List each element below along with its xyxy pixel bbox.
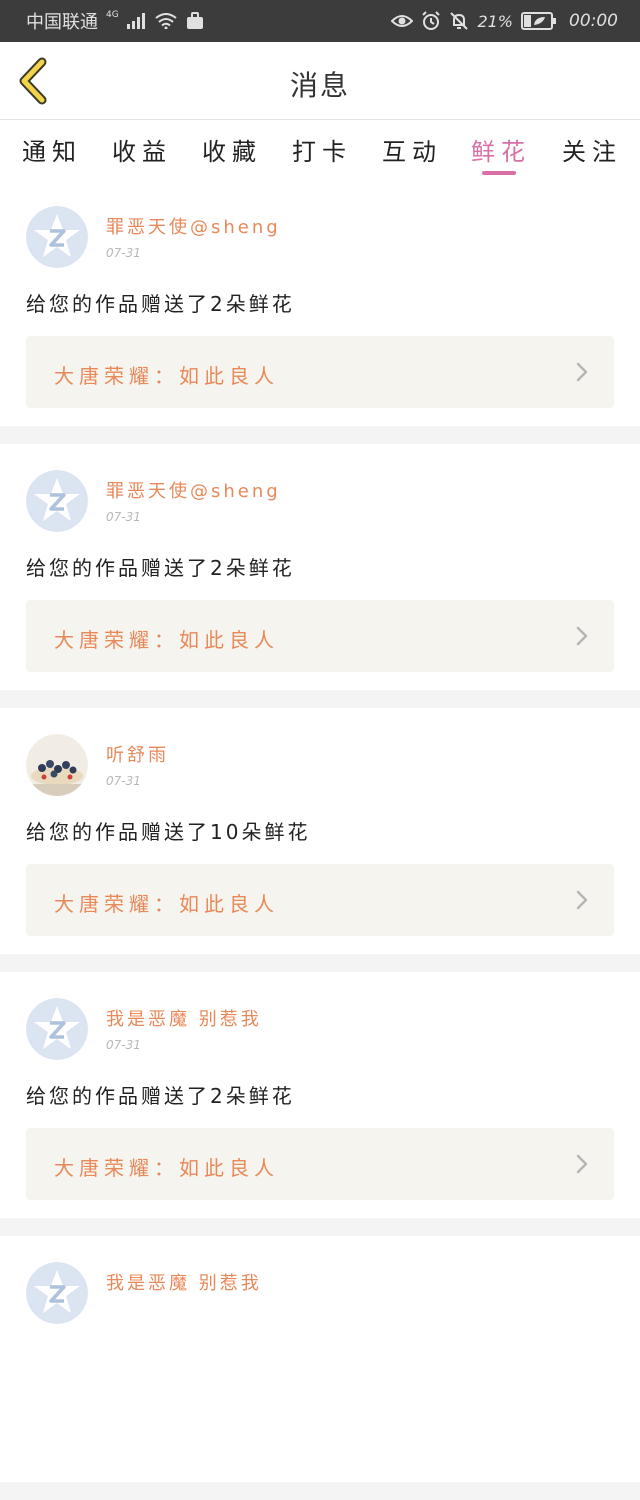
sender-name[interactable]: 我是恶魔 别惹我 bbox=[106, 1005, 262, 1031]
sender-name[interactable]: 我是恶魔 别惹我 bbox=[106, 1269, 262, 1295]
work-link[interactable]: 大唐荣耀：如此良人 bbox=[26, 1128, 614, 1200]
avatar[interactable] bbox=[26, 206, 88, 268]
message-date: 07-31 bbox=[106, 774, 141, 788]
wifi-icon bbox=[155, 13, 177, 29]
app-notification-icon bbox=[186, 12, 203, 29]
mute-bell-icon bbox=[450, 12, 469, 30]
carrier-name: 中国联通 bbox=[26, 12, 98, 33]
message-card: 罪恶天使@sheng 07-31 给您的作品赠送了2朵鲜花 大唐荣耀：如此良人 bbox=[0, 180, 640, 444]
chevron-right-icon bbox=[576, 1154, 588, 1174]
tab-following[interactable]: 关注 bbox=[547, 132, 637, 167]
tab-checkin[interactable]: 打卡 bbox=[277, 132, 367, 167]
tab-bar: 通知 收益 收藏 打卡 互动 鲜花 关注 bbox=[0, 120, 640, 180]
work-title: 大唐荣耀：如此良人 bbox=[54, 628, 279, 652]
alarm-icon bbox=[422, 11, 441, 30]
chevron-right-icon bbox=[576, 626, 588, 646]
tab-earnings[interactable]: 收益 bbox=[97, 132, 187, 167]
qq-default-avatar-icon bbox=[26, 1262, 88, 1324]
tab-interactions[interactable]: 互动 bbox=[367, 132, 457, 167]
top-app-bar: 消息 bbox=[0, 42, 640, 120]
work-link[interactable]: 大唐荣耀：如此良人 bbox=[26, 600, 614, 672]
message-date: 07-31 bbox=[106, 246, 141, 260]
qq-default-avatar-icon bbox=[26, 998, 88, 1060]
message-text: 给您的作品赠送了2朵鲜花 bbox=[26, 1084, 295, 1108]
avatar[interactable] bbox=[26, 470, 88, 532]
message-date: 07-31 bbox=[106, 510, 141, 524]
avatar[interactable] bbox=[26, 998, 88, 1060]
qq-default-avatar-icon bbox=[26, 470, 88, 532]
message-card: 听舒雨 07-31 给您的作品赠送了10朵鲜花 大唐荣耀：如此良人 bbox=[0, 708, 640, 972]
avatar[interactable] bbox=[26, 734, 88, 796]
sender-name[interactable]: 听舒雨 bbox=[106, 741, 169, 767]
status-right: 21% 00:00 bbox=[391, 11, 618, 31]
message-text: 给您的作品赠送了10朵鲜花 bbox=[26, 820, 311, 844]
active-tab-indicator bbox=[482, 171, 516, 175]
status-left: 中国联通 4G bbox=[26, 8, 205, 34]
message-card: 我是恶魔 别惹我 07-31 给您的作品赠送了2朵鲜花 大唐荣耀：如此良人 bbox=[0, 972, 640, 1236]
avatar[interactable] bbox=[26, 1262, 88, 1324]
work-title: 大唐荣耀：如此良人 bbox=[54, 1156, 279, 1180]
work-link[interactable]: 大唐荣耀：如此良人 bbox=[26, 336, 614, 408]
page-title: 消息 bbox=[289, 69, 350, 102]
message-text: 给您的作品赠送了2朵鲜花 bbox=[26, 292, 295, 316]
qq-default-avatar-icon bbox=[26, 206, 88, 268]
work-link[interactable]: 大唐荣耀：如此良人 bbox=[26, 864, 614, 936]
message-card: 我是恶魔 别惹我 bbox=[0, 1236, 640, 1500]
tab-favorites[interactable]: 收藏 bbox=[187, 132, 277, 167]
sender-name[interactable]: 罪恶天使@sheng bbox=[106, 477, 281, 503]
status-bar: 中国联通 4G 21% 00:00 bbox=[0, 0, 640, 42]
tab-notifications[interactable]: 通知 bbox=[7, 132, 97, 167]
message-text: 给您的作品赠送了2朵鲜花 bbox=[26, 556, 295, 580]
status-time: 00:00 bbox=[569, 11, 618, 31]
battery-percent: 21% bbox=[477, 11, 513, 31]
message-list: 罪恶天使@sheng 07-31 给您的作品赠送了2朵鲜花 大唐荣耀：如此良人 … bbox=[0, 180, 640, 1500]
network-type: 4G bbox=[106, 10, 119, 20]
signal-icon bbox=[126, 13, 145, 29]
photo-avatar-icon bbox=[26, 734, 88, 796]
chevron-right-icon bbox=[576, 890, 588, 910]
sender-name[interactable]: 罪恶天使@sheng bbox=[106, 213, 281, 239]
battery-icon bbox=[521, 12, 556, 30]
work-title: 大唐荣耀：如此良人 bbox=[54, 364, 279, 388]
message-card: 罪恶天使@sheng 07-31 给您的作品赠送了2朵鲜花 大唐荣耀：如此良人 bbox=[0, 444, 640, 708]
chevron-right-icon bbox=[576, 362, 588, 382]
tab-flowers[interactable]: 鲜花 bbox=[456, 132, 546, 167]
message-date: 07-31 bbox=[106, 1038, 141, 1052]
work-title: 大唐荣耀：如此良人 bbox=[54, 892, 279, 916]
eye-icon bbox=[391, 15, 414, 27]
